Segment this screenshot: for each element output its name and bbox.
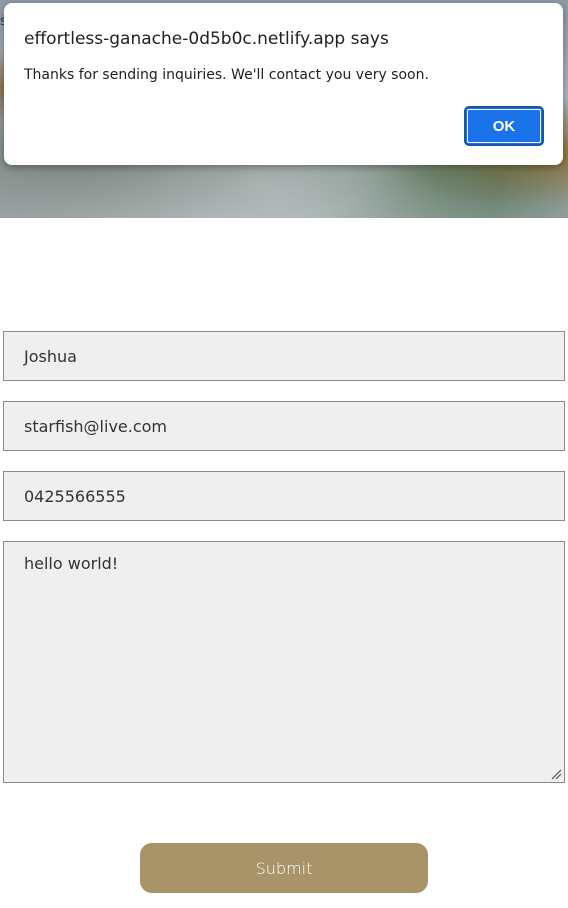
name-field[interactable]: Joshua	[3, 331, 565, 381]
message-field-value: hello world!	[24, 554, 119, 573]
alert-dialog: effortless-ganache-0d5b0c.netlify.app sa…	[4, 3, 563, 165]
phone-field-value: 0425566555	[24, 486, 126, 506]
message-field[interactable]: hello world!	[3, 541, 565, 783]
email-field[interactable]: starfish@live.com	[3, 401, 565, 451]
resize-grip-icon[interactable]	[550, 768, 562, 780]
submit-button[interactable]: Submit	[140, 843, 428, 893]
alert-title: effortless-ganache-0d5b0c.netlify.app sa…	[24, 29, 389, 49]
name-field-value: Joshua	[24, 346, 77, 366]
phone-field[interactable]: 0425566555	[3, 471, 565, 521]
email-field-value: starfish@live.com	[24, 416, 168, 436]
ok-button[interactable]: OK	[464, 106, 544, 146]
alert-message: Thanks for sending inquiries. We'll cont…	[24, 67, 429, 83]
